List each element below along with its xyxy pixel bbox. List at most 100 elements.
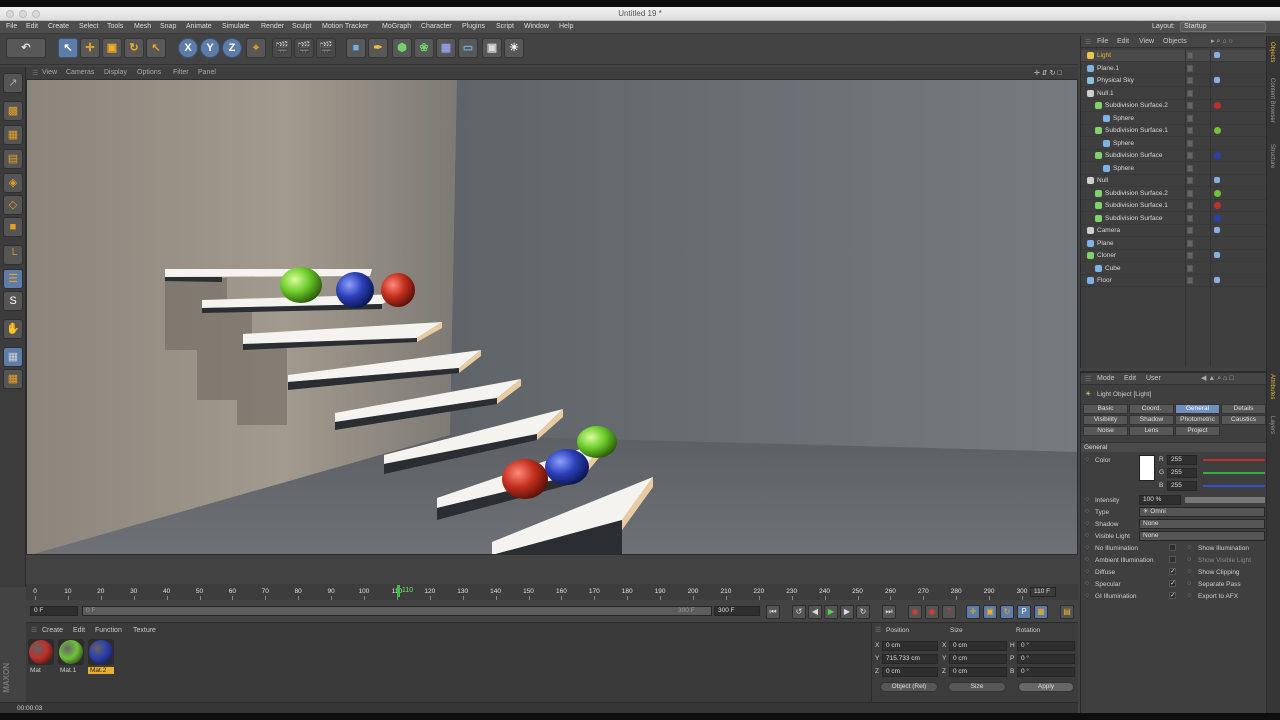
object-name[interactable]: Subdivision Surface.1: [1105, 202, 1168, 209]
object-row[interactable]: Floor: [1081, 275, 1267, 287]
camera-icon[interactable]: ▣: [482, 38, 502, 58]
material-swatch[interactable]: [88, 639, 114, 665]
type-dropdown[interactable]: ✳ Omni: [1139, 507, 1265, 517]
coord-mode-dropdown[interactable]: Object (Rel): [880, 682, 938, 692]
visibility-toggle-icon[interactable]: [1187, 64, 1193, 72]
record-active-icon[interactable]: ◉: [908, 605, 922, 619]
check-anim-icon[interactable]: ○: [1187, 580, 1191, 587]
timeline-cursor[interactable]: [397, 585, 400, 597]
render-settings-icon[interactable]: 🎬: [316, 38, 336, 58]
object-row[interactable]: Sphere: [1081, 113, 1267, 125]
intensity-field[interactable]: 100 %: [1139, 495, 1181, 505]
menu-file[interactable]: File: [6, 23, 17, 30]
frame-range-slider[interactable]: 0 F: [82, 606, 712, 616]
menu-plugins[interactable]: Plugins: [462, 23, 485, 30]
start-frame-field[interactable]: 0 F: [30, 606, 78, 616]
attr-menu-user[interactable]: User: [1146, 375, 1161, 382]
object-name[interactable]: Subdivision Surface.2: [1105, 190, 1168, 197]
object-row[interactable]: Plane.1: [1081, 63, 1267, 75]
visibility-toggle-icon[interactable]: [1187, 277, 1193, 284]
object-row[interactable]: Light: [1081, 50, 1267, 62]
visibility-toggle-icon[interactable]: [1187, 227, 1193, 234]
material-menu-texture[interactable]: Texture: [133, 627, 156, 634]
object-menu-view[interactable]: View: [1139, 38, 1154, 45]
attr-menu-mode[interactable]: Mode: [1097, 375, 1115, 382]
checkbox[interactable]: ✓: [1169, 592, 1176, 599]
object-name[interactable]: Subdivision Surface.1: [1105, 127, 1168, 134]
menu-create[interactable]: Create: [48, 23, 69, 30]
attr-tab-visibility[interactable]: Visibility: [1083, 415, 1128, 425]
menu-mesh[interactable]: Mesh: [134, 23, 151, 30]
render-view-icon[interactable]: 🎬: [272, 38, 292, 58]
record-position-icon[interactable]: ✛: [966, 605, 980, 619]
shadow-anim-icon[interactable]: ○: [1085, 520, 1089, 527]
cloner-icon[interactable]: ❀: [414, 38, 434, 58]
object-row[interactable]: Plane: [1081, 238, 1267, 250]
visible-light-dropdown[interactable]: None: [1139, 531, 1265, 541]
type-anim-icon[interactable]: ○: [1085, 508, 1089, 515]
object-name[interactable]: Plane.1: [1097, 65, 1119, 72]
model-mode-icon[interactable]: ▩: [3, 101, 23, 121]
object-name[interactable]: Subdivision Surface: [1105, 215, 1162, 222]
deformer-icon[interactable]: ▦: [436, 38, 456, 58]
record-rotation-icon[interactable]: ↻: [1000, 605, 1014, 619]
attr-tab-photometric[interactable]: Photometric: [1175, 415, 1220, 425]
autokey-icon[interactable]: ◉: [925, 605, 939, 619]
y-axis-button[interactable]: Y: [200, 38, 220, 58]
object-row[interactable]: Cloner: [1081, 250, 1267, 262]
size-field[interactable]: 0 cm: [949, 654, 1007, 664]
visibility-toggle-icon[interactable]: [1187, 214, 1193, 222]
object-menu-objects[interactable]: Objects: [1163, 38, 1187, 45]
object-row[interactable]: Subdivision Surface: [1081, 213, 1267, 225]
visibility-toggle-icon[interactable]: [1187, 114, 1193, 122]
timeline-scheme-icon[interactable]: ▤: [1060, 605, 1074, 619]
go-to-end-icon[interactable]: ⏭: [882, 605, 896, 619]
subdivision-surface-icon[interactable]: ⬢: [392, 38, 412, 58]
check-anim-icon[interactable]: ○: [1085, 568, 1089, 575]
record-pla-icon[interactable]: ▦: [1034, 605, 1048, 619]
visibility-toggle-icon[interactable]: [1187, 202, 1193, 209]
viewport-menu-filter[interactable]: Filter: [173, 69, 189, 76]
object-name[interactable]: Plane: [1097, 240, 1114, 247]
sculpt-brush-icon[interactable]: ✋: [3, 319, 23, 339]
phong-tag-icon[interactable]: [1214, 277, 1220, 283]
object-row[interactable]: Cube: [1081, 263, 1267, 275]
visible-light-anim-icon[interactable]: ○: [1085, 532, 1089, 539]
object-row[interactable]: Sphere: [1081, 138, 1267, 150]
viewport-menu-view[interactable]: View: [42, 69, 57, 76]
menu-character[interactable]: Character: [421, 23, 452, 30]
play-icon[interactable]: ▶: [824, 605, 838, 619]
object-row[interactable]: Sphere: [1081, 163, 1267, 175]
checkbox[interactable]: [1169, 544, 1176, 551]
next-frame-icon[interactable]: ▶: [840, 605, 854, 619]
intensity-slider[interactable]: [1185, 497, 1265, 503]
menu-script[interactable]: Script: [496, 23, 514, 30]
attr-tab-general[interactable]: General: [1175, 404, 1220, 414]
object-row[interactable]: Null: [1081, 175, 1267, 187]
current-frame-field[interactable]: 110 F: [1030, 587, 1056, 597]
check-anim-icon[interactable]: ○: [1187, 544, 1191, 551]
position-field[interactable]: 0 cm: [882, 641, 938, 651]
layout-dropdown[interactable]: Startup: [1180, 22, 1266, 32]
phong-tag-icon[interactable]: [1214, 227, 1220, 233]
viewport-menu-cameras[interactable]: Cameras: [66, 69, 94, 76]
phong-tag-icon[interactable]: [1214, 252, 1220, 258]
position-field[interactable]: 715.733 cm: [882, 654, 938, 664]
cube-object-icon[interactable]: ■: [346, 38, 366, 58]
check-anim-icon[interactable]: ○: [1085, 580, 1089, 587]
edges-mode-icon[interactable]: ◇: [3, 195, 23, 215]
visibility-toggle-icon[interactable]: [1187, 52, 1193, 59]
check-anim-icon[interactable]: ○: [1085, 544, 1089, 551]
side-tab-content-browser[interactable]: Content Browser: [1269, 78, 1275, 123]
checkbox[interactable]: ✓: [1169, 568, 1176, 575]
object-name[interactable]: Light: [1097, 52, 1111, 59]
phong-tag-icon[interactable]: [1214, 77, 1220, 83]
object-name[interactable]: Sphere: [1113, 140, 1134, 147]
rgb-channel-slider[interactable]: [1203, 459, 1265, 461]
attr-tab-noise[interactable]: Noise: [1083, 426, 1128, 436]
make-editable-icon[interactable]: ↗: [3, 73, 23, 93]
phong-tag-icon[interactable]: [1214, 52, 1220, 58]
rotation-field[interactable]: 0 °: [1017, 641, 1075, 651]
position-field[interactable]: 0 cm: [882, 667, 938, 677]
visibility-toggle-icon[interactable]: [1187, 177, 1193, 184]
